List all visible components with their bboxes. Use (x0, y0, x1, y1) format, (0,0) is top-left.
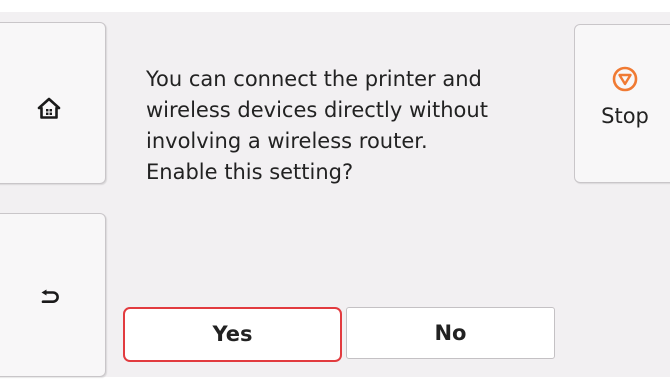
stop-button[interactable]: Stop (574, 24, 670, 183)
message-line: Enable this setting? (146, 160, 354, 184)
home-icon (37, 97, 61, 119)
confirmation-message: You can connect the printer and wireless… (146, 64, 556, 188)
stop-icon (612, 66, 638, 92)
message-line: involving a wireless router. (146, 129, 428, 153)
home-button[interactable] (0, 22, 106, 184)
stop-label: Stop (601, 104, 649, 128)
back-button[interactable] (0, 213, 106, 377)
no-button[interactable]: No (346, 307, 555, 359)
back-icon (41, 289, 59, 303)
printer-screen: You can connect the printer and wireless… (0, 12, 670, 377)
message-line: wireless devices directly without (146, 98, 488, 122)
message-line: You can connect the printer and (146, 67, 482, 91)
yes-button[interactable]: Yes (123, 307, 342, 362)
